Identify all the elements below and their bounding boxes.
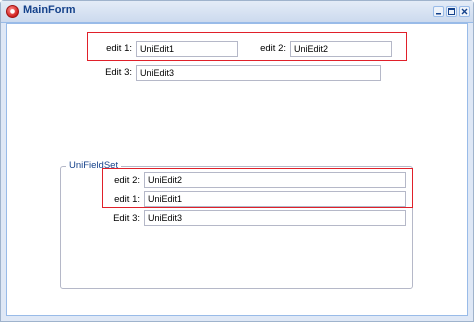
minimize-icon	[436, 13, 441, 15]
fieldset-edit3-input[interactable]: UniEdit3	[144, 210, 406, 226]
fieldset-edit1-input[interactable]: UniEdit1	[144, 191, 406, 207]
edit1-label: edit 1:	[106, 43, 132, 54]
title-bar[interactable]: ● MainForm	[1, 1, 473, 23]
close-button[interactable]	[459, 6, 470, 17]
fieldset-legend: UniFieldSet	[66, 160, 122, 171]
fieldset-edit3-label: Edit 3:	[113, 213, 140, 224]
edit2-label: edit 2:	[260, 43, 286, 54]
window-title: MainForm	[23, 4, 76, 16]
fieldset-edit1-label: edit 1:	[114, 194, 140, 205]
maximize-icon	[448, 8, 455, 15]
edit3-input[interactable]: UniEdit3	[136, 65, 381, 81]
fieldset-edit2-label: edit 2:	[114, 175, 140, 186]
edit2-input[interactable]: UniEdit2	[290, 41, 392, 57]
fieldset-edit2-input[interactable]: UniEdit2	[144, 172, 406, 188]
edit1-input[interactable]: UniEdit1	[136, 41, 238, 57]
maximize-button[interactable]	[446, 6, 457, 17]
minimize-button[interactable]	[433, 6, 444, 17]
edit3-label: Edit 3:	[105, 67, 132, 78]
app-icon: ●	[6, 5, 19, 18]
close-icon	[461, 8, 468, 15]
